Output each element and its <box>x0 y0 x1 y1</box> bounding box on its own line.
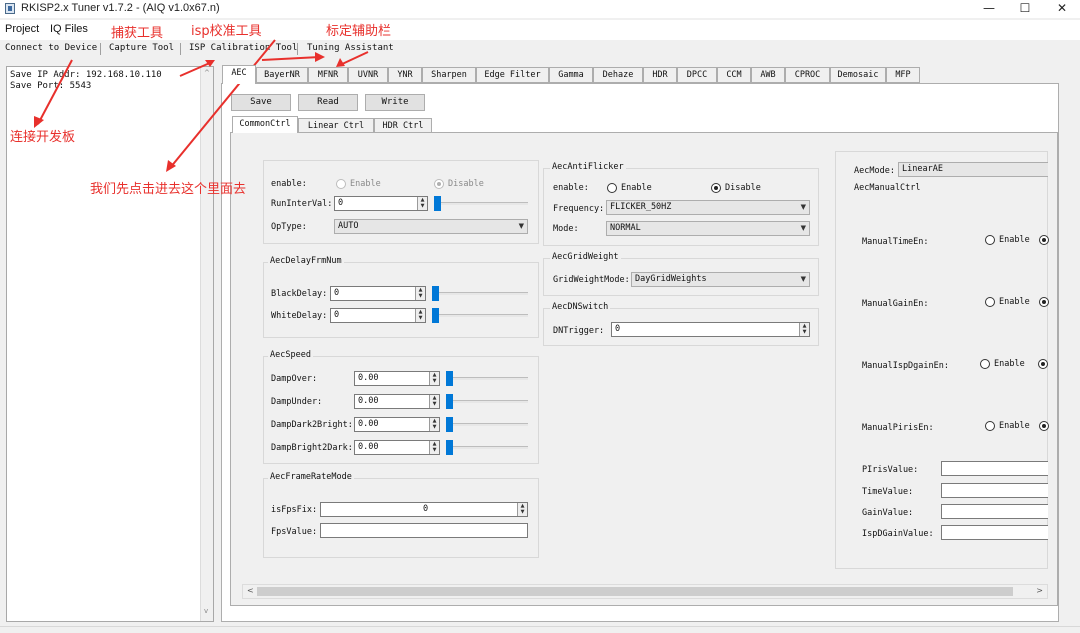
annotation-overlay <box>34 39 369 172</box>
annotation-click: 我们先点击进去这个里面去 <box>90 182 247 197</box>
annotation-capture: 捕获工具 <box>111 26 164 41</box>
arrow-assist-icon <box>339 51 369 66</box>
annotation-isp: isp校准工具 <box>191 24 262 39</box>
annotation-connect: 连接开发板 <box>10 130 76 145</box>
arrow-click-icon <box>169 39 276 169</box>
arrow-isp-icon <box>179 61 213 77</box>
subtab-commonctrl[interactable]: CommonCtrl <box>232 116 298 133</box>
arrow-connect-icon <box>37 59 73 125</box>
annotation-assist: 标定辅助栏 <box>326 24 392 39</box>
tab-aec[interactable]: AEC <box>222 65 256 84</box>
arrow-isp-tool-icon <box>261 56 321 61</box>
